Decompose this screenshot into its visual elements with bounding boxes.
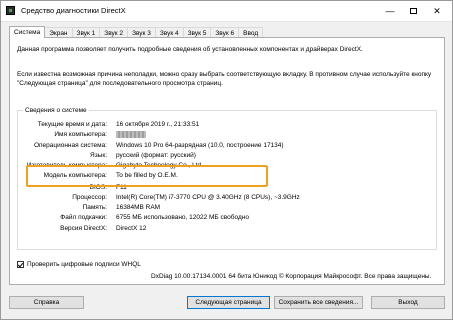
minimize-button[interactable]: — bbox=[379, 1, 401, 21]
info-row-datetime: Текущие время и дата: 16 октября 2019 г.… bbox=[18, 120, 436, 129]
info-row-computer-name: Имя компьютера: bbox=[18, 130, 436, 139]
info-value: Intel(R) Core(TM) i7-3770 CPU @ 3.40GHz … bbox=[116, 194, 300, 201]
tab-system[interactable]: Система bbox=[9, 26, 46, 38]
info-value-redacted bbox=[116, 130, 146, 141]
info-value: Windows 10 Pro 64-разрядная (10.0, постр… bbox=[116, 142, 284, 149]
info-label: Текущие время и дата: bbox=[37, 121, 107, 128]
info-value: DirectX 12 bbox=[116, 225, 147, 232]
next-page-button[interactable]: Следующая страница bbox=[187, 296, 270, 309]
title-bar[interactable]: Средство диагностики DirectX — ✕ bbox=[1, 1, 452, 22]
system-tab-panel: Данная программа позволяет получить подр… bbox=[9, 37, 445, 285]
intro-text-2: Если известна возможная причина неполадк… bbox=[17, 71, 432, 87]
info-row-pagefile: Файл подкачки: 6755 МБ использовано, 120… bbox=[18, 213, 436, 222]
info-row-processor: Процессор: Intel(R) Core(TM) i7-3770 CPU… bbox=[18, 193, 436, 202]
info-row-directx: Версия DirectX: DirectX 12 bbox=[18, 224, 436, 233]
manufacturer-model-highlight bbox=[26, 165, 268, 187]
help-button[interactable]: Справка bbox=[9, 296, 84, 309]
version-copyright-text: DxDiag 10.00.17134.0001 64 бита Юникод ©… bbox=[151, 273, 432, 280]
info-value: 6755 МБ использовано, 12022 МБ свободно bbox=[116, 214, 249, 221]
info-value: 16 октября 2019 г., 21:33:51 bbox=[116, 121, 200, 128]
info-label: Память: bbox=[82, 204, 107, 211]
dxdiag-window: Средство диагностики DirectX — ✕ Система… bbox=[0, 0, 453, 320]
info-label: Версия DirectX: bbox=[60, 225, 107, 232]
info-label: Операционная система: bbox=[33, 142, 107, 149]
redacted-block bbox=[116, 131, 146, 138]
info-row-memory: Память: 16384MB RAM bbox=[18, 203, 436, 212]
close-button[interactable]: ✕ bbox=[426, 1, 448, 21]
info-label: Файл подкачки: bbox=[60, 214, 107, 221]
info-label: Имя компьютера: bbox=[54, 131, 107, 138]
info-row-os: Операционная система: Windows 10 Pro 64-… bbox=[18, 141, 436, 150]
info-label: Язык: bbox=[90, 152, 107, 159]
save-all-info-button[interactable]: Сохранить все сведения... bbox=[274, 296, 363, 309]
whql-checkbox-row[interactable]: Проверить цифровые подписи WHQL bbox=[17, 259, 141, 269]
system-info-title: Сведения о системе bbox=[23, 106, 89, 115]
window-title: Средство диагностики DirectX bbox=[21, 6, 126, 15]
whql-checkbox[interactable] bbox=[17, 260, 24, 268]
dxdiag-app-icon bbox=[6, 6, 15, 15]
maximize-icon bbox=[409, 8, 417, 14]
info-value: 16384MB RAM bbox=[116, 204, 161, 211]
maximize-button[interactable] bbox=[402, 1, 424, 21]
info-label: Процессор: bbox=[72, 194, 107, 201]
whql-checkbox-label[interactable]: Проверить цифровые подписи WHQL bbox=[27, 261, 141, 268]
exit-button[interactable]: Выход bbox=[371, 296, 445, 309]
intro-text-1: Данная программа позволяет получить подр… bbox=[17, 46, 363, 53]
info-value: русский (формат: русский) bbox=[116, 152, 196, 159]
info-row-language: Язык: русский (формат: русский) bbox=[18, 151, 436, 160]
